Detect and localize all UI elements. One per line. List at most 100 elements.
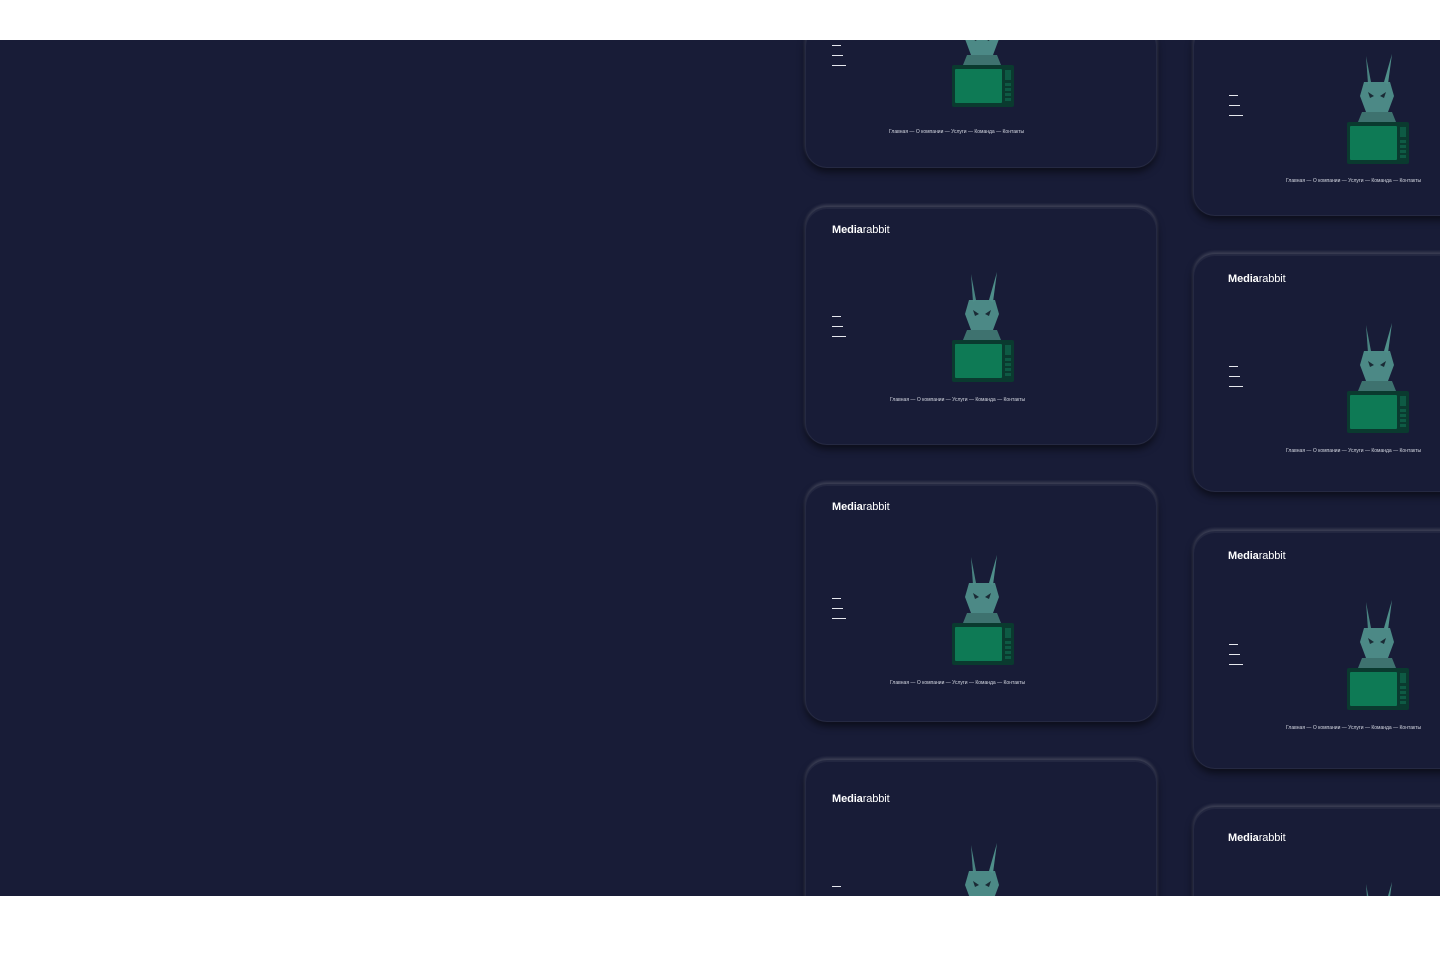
menu-line [832, 326, 843, 327]
logo-light: rabbit [862, 793, 890, 805]
rabbit-tv-illustration [1344, 52, 1410, 164]
rabbit-tv-icon [1366, 882, 1392, 896]
nav-link[interactable]: Главная [889, 129, 908, 135]
menu-line [1229, 644, 1238, 645]
rabbit-tv-icon [965, 843, 999, 896]
nav-link[interactable]: Услуги [951, 129, 966, 135]
nav-links[interactable]: Главная — О компании — Услуги — Команда … [889, 129, 1024, 135]
hamburger-menu-icon[interactable] [1229, 366, 1243, 387]
rabbit-tv-illustration [949, 270, 1015, 382]
brand-logo[interactable]: Mediarabbit [1228, 550, 1286, 562]
rabbit-tv-icon [1347, 323, 1409, 433]
menu-line [1229, 654, 1240, 655]
logo-bold: Media [832, 793, 863, 805]
nav-separator: — [1340, 178, 1349, 184]
nav-links[interactable]: Главная — О компании — Услуги — Команда … [890, 397, 1025, 403]
brand-logo[interactable]: Mediarabbit [832, 793, 890, 805]
nav-link[interactable]: Команда [1371, 448, 1391, 454]
nav-link[interactable]: О компании [1313, 725, 1341, 731]
nav-link[interactable]: Главная [890, 397, 909, 403]
nav-link[interactable]: О компании [917, 397, 945, 403]
menu-line [1229, 115, 1243, 116]
menu-line [832, 618, 846, 619]
hamburger-menu-icon[interactable] [1229, 95, 1243, 116]
rabbit-tv-icon [952, 272, 1014, 382]
logo-bold: Media [1228, 832, 1259, 844]
nav-separator: — [943, 129, 952, 135]
nav-links[interactable]: Главная — О компании — Услуги — Команда … [1286, 725, 1421, 731]
nav-link[interactable]: Услуги [952, 680, 967, 686]
rabbit-tv-icon [952, 555, 1014, 665]
menu-line [832, 336, 846, 337]
brand-logo[interactable]: Mediarabbit [832, 501, 890, 513]
nav-link[interactable]: Услуги [1348, 725, 1363, 731]
nav-link[interactable]: Контакты [1004, 397, 1026, 403]
screen-card[interactable]: Mediarabbit Главная — О компании — Услуг… [805, 484, 1157, 722]
nav-link[interactable]: Команда [975, 680, 995, 686]
hamburger-menu-icon[interactable] [832, 598, 846, 619]
nav-link[interactable]: Контакты [1400, 448, 1422, 454]
menu-line [1229, 386, 1243, 387]
nav-separator: — [908, 129, 916, 135]
nav-separator: — [1391, 448, 1400, 454]
nav-links[interactable]: Главная — О компании — Услуги — Команда … [1286, 448, 1421, 454]
nav-link[interactable]: Команда [1371, 178, 1391, 184]
nav-link[interactable]: Главная [890, 680, 909, 686]
hamburger-menu-icon[interactable] [832, 316, 846, 337]
nav-separator: — [1391, 178, 1400, 184]
logo-bold: Media [832, 501, 863, 513]
nav-link[interactable]: Услуги [1348, 448, 1363, 454]
nav-link[interactable]: Команда [1371, 725, 1391, 731]
nav-link[interactable]: О компании [1313, 178, 1341, 184]
nav-links[interactable]: Главная — О компании — Услуги — Команда … [1286, 178, 1421, 184]
screen-card[interactable]: Mediarabbit [805, 760, 1157, 896]
screen-card[interactable]: Mediarabbit Главная — О компании — Услуг… [1193, 531, 1440, 769]
brand-logo[interactable]: Mediarabbit [1228, 832, 1286, 844]
rabbit-tv-illustration [949, 841, 1015, 896]
screen-card[interactable]: Главная — О компании — Услуги — Команда … [1193, 40, 1440, 216]
logo-light: rabbit [862, 224, 890, 236]
screen-card[interactable]: Главная — О компании — Услуги — Команда … [805, 40, 1157, 168]
nav-link[interactable]: Контакты [1400, 725, 1422, 731]
nav-link[interactable]: О компании [1313, 448, 1341, 454]
rabbit-tv-illustration [1344, 598, 1410, 710]
logo-bold: Media [1228, 550, 1259, 562]
nav-links[interactable]: Главная — О компании — Услуги — Команда … [890, 680, 1025, 686]
nav-separator: — [995, 397, 1004, 403]
nav-link[interactable]: Главная [1286, 178, 1305, 184]
nav-link[interactable]: Контакты [1003, 129, 1025, 135]
nav-link[interactable]: О компании [916, 129, 944, 135]
brand-logo[interactable]: Mediarabbit [1228, 273, 1286, 285]
menu-line [832, 598, 841, 599]
nav-separator: — [1305, 178, 1313, 184]
rabbit-tv-icon [952, 40, 1014, 107]
screen-card[interactable]: Mediarabbit Главная — О компании — Услуг… [805, 207, 1157, 445]
menu-line [832, 65, 846, 66]
screen-card[interactable]: Mediarabbit [1193, 807, 1440, 896]
nav-separator: — [909, 680, 917, 686]
logo-light: rabbit [1258, 550, 1286, 562]
menu-line [1229, 376, 1240, 377]
nav-link[interactable]: Услуги [952, 397, 967, 403]
nav-link[interactable]: Главная [1286, 725, 1305, 731]
menu-line [1229, 664, 1243, 665]
nav-link[interactable]: Главная [1286, 448, 1305, 454]
nav-link[interactable]: Команда [975, 397, 995, 403]
hamburger-menu-icon[interactable] [1229, 644, 1243, 665]
nav-link[interactable]: Контакты [1400, 178, 1422, 184]
hamburger-menu-icon[interactable] [832, 886, 846, 896]
nav-link[interactable]: Услуги [1348, 178, 1363, 184]
menu-line [832, 45, 841, 46]
screen-card[interactable]: Mediarabbit Главная — О компании — Услуг… [1193, 254, 1440, 492]
nav-link[interactable]: Команда [974, 129, 994, 135]
menu-line [832, 55, 843, 56]
logo-light: rabbit [1258, 832, 1286, 844]
nav-separator: — [1305, 448, 1313, 454]
logo-light: rabbit [862, 501, 890, 513]
nav-link[interactable]: О компании [917, 680, 945, 686]
menu-line [832, 886, 841, 887]
brand-logo[interactable]: Mediarabbit [832, 224, 890, 236]
hamburger-menu-icon[interactable] [832, 45, 846, 66]
nav-link[interactable]: Контакты [1004, 680, 1026, 686]
logo-bold: Media [1228, 273, 1259, 285]
